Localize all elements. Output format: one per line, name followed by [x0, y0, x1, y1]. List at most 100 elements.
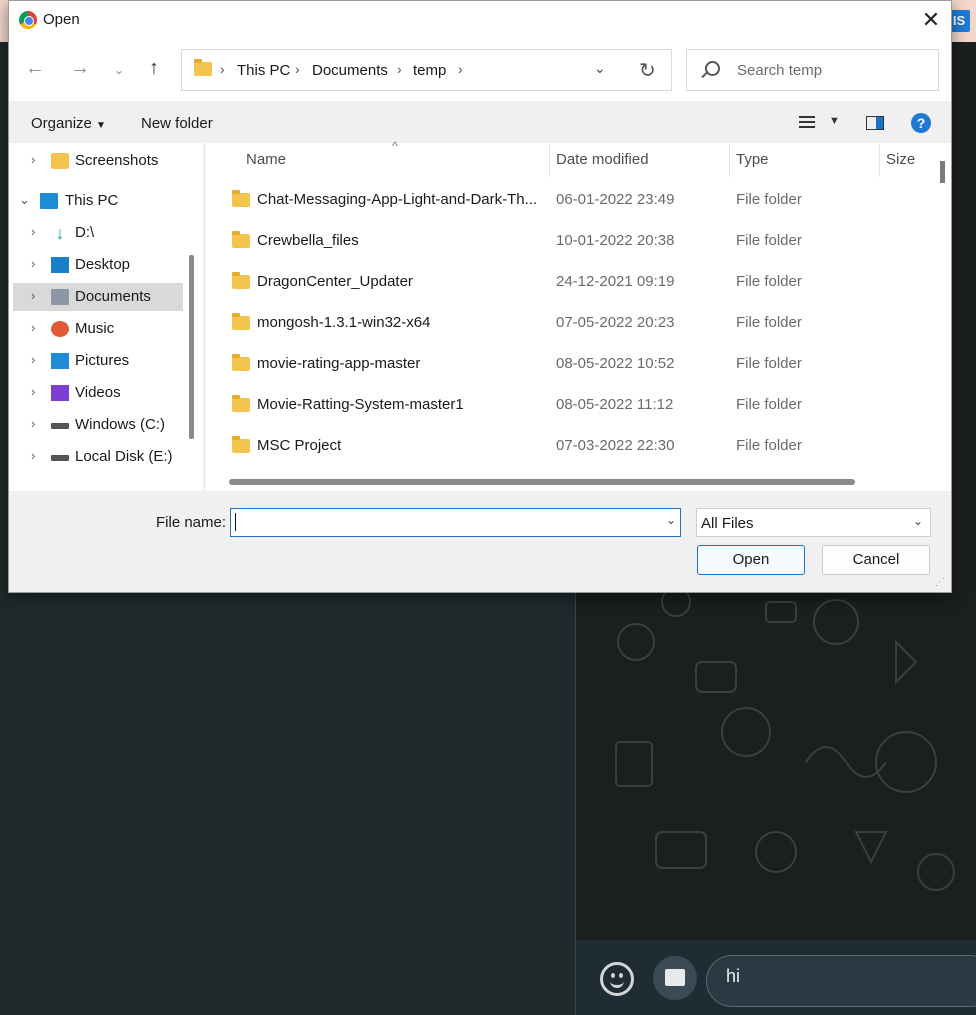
sidebar-item-label: This PC	[65, 192, 119, 209]
column-header-date[interactable]: Date modified	[556, 151, 649, 168]
chevron-down-icon[interactable]: ⌄	[106, 63, 132, 77]
sidebar-scrollbar[interactable]	[189, 255, 194, 439]
column-header-type[interactable]: Type	[736, 151, 769, 168]
open-file-dialog: Open ✕ ← → ⌄ ↑ › This PC › Documents › t…	[8, 0, 952, 593]
breadcrumb-temp[interactable]: temp	[413, 62, 446, 79]
refresh-icon[interactable]: ↻	[639, 58, 656, 83]
column-header-size[interactable]: Size	[886, 151, 915, 168]
sidebar-item-label: Music	[75, 320, 115, 337]
column-header-name[interactable]: Name	[246, 151, 286, 168]
file-type: File folder	[736, 437, 802, 454]
sidebar-item-windows-c[interactable]: › Windows (C:)	[13, 411, 183, 439]
dialog-title: Open	[43, 11, 80, 28]
breadcrumb-documents[interactable]: Documents	[312, 62, 388, 79]
file-name: DragonCenter_Updater	[257, 273, 413, 290]
file-row[interactable]: movie-rating-app-master 08-05-2022 10:52…	[206, 345, 936, 385]
file-type: File folder	[736, 314, 802, 331]
sidebar-item-videos[interactable]: › Videos	[13, 379, 183, 407]
file-row[interactable]: Crewbella_files 10-01-2022 20:38 File fo…	[206, 222, 936, 262]
help-icon[interactable]: ?	[911, 113, 931, 133]
file-date: 24-12-2021 09:19	[556, 273, 675, 290]
arrow-left-icon[interactable]: ←	[22, 57, 48, 80]
arrow-right-icon[interactable]: →	[67, 57, 93, 80]
cancel-button[interactable]: Cancel	[822, 545, 930, 575]
navigation-pane[interactable]: › Screenshots ⌄ This PC › ↓ D:\ › Deskto…	[9, 143, 203, 491]
chevron-down-icon[interactable]: ⌄	[19, 192, 30, 208]
column-divider[interactable]	[879, 143, 880, 177]
chevron-down-icon[interactable]: ⌄	[666, 513, 676, 527]
file-row[interactable]: DragonCenter_Updater 24-12-2021 09:19 Fi…	[206, 263, 936, 303]
preview-pane-icon[interactable]	[866, 116, 884, 130]
chevron-right-icon[interactable]: ›	[31, 384, 35, 399]
chevron-right-icon[interactable]: ›	[220, 61, 225, 77]
file-row[interactable]: mongosh-1.3.1-win32-x64 07-05-2022 20:23…	[206, 304, 936, 344]
column-divider[interactable]	[549, 143, 550, 177]
file-date: 06-01-2022 23:49	[556, 191, 675, 208]
file-type: File folder	[736, 396, 802, 413]
file-name-input[interactable]	[230, 508, 681, 537]
file-date: 08-05-2022 10:52	[556, 355, 675, 372]
documents-icon	[51, 289, 69, 305]
emoji-icon[interactable]	[600, 962, 634, 996]
attach-image-button[interactable]	[653, 956, 697, 1000]
file-type: File folder	[736, 273, 802, 290]
search-icon	[705, 61, 720, 76]
file-row[interactable]: Chat-Messaging-App-Light-and-Dark-Th... …	[206, 181, 936, 221]
chevron-right-icon[interactable]: ›	[295, 61, 300, 77]
caret-down-icon: ▼	[96, 120, 106, 131]
sidebar-item-desktop[interactable]: › Desktop	[13, 251, 183, 279]
chevron-right-icon[interactable]: ›	[31, 288, 35, 303]
download-icon: ↓	[55, 223, 65, 243]
chevron-right-icon[interactable]: ›	[31, 152, 35, 167]
folder-icon	[232, 436, 250, 453]
close-icon[interactable]: ✕	[917, 7, 945, 33]
file-type-filter[interactable]: All Files ⌄	[696, 508, 931, 537]
chevron-right-icon[interactable]: ›	[31, 256, 35, 271]
horizontal-scrollbar[interactable]	[229, 479, 855, 485]
chevron-right-icon[interactable]: ›	[31, 224, 35, 239]
chevron-right-icon[interactable]: ›	[31, 448, 35, 463]
caret-down-icon[interactable]: ▼	[829, 115, 840, 127]
vertical-scrollbar[interactable]	[940, 161, 945, 183]
file-name: Crewbella_files	[257, 232, 359, 249]
folder-icon	[232, 313, 250, 330]
open-button[interactable]: Open	[697, 545, 805, 575]
address-bar[interactable]: › This PC › Documents › temp › ⌄ ↻	[181, 49, 672, 91]
chevron-right-icon[interactable]: ›	[31, 416, 35, 431]
file-row[interactable]: MSC Project 07-03-2022 22:30 File folder	[206, 427, 936, 467]
arrow-up-icon[interactable]: ↑	[141, 57, 167, 80]
file-list[interactable]: ^ Name Date modified Type Size Chat-Mess…	[206, 139, 951, 491]
sidebar-item-pictures[interactable]: › Pictures	[13, 347, 183, 375]
chevron-down-icon[interactable]: ⌄	[594, 60, 606, 77]
file-name: Chat-Messaging-App-Light-and-Dark-Th...	[257, 191, 538, 208]
sidebar-item-music[interactable]: › Music	[13, 315, 183, 343]
resize-grip-icon[interactable]: ⋰	[935, 577, 945, 588]
breadcrumb-this-pc[interactable]: This PC	[237, 62, 290, 79]
sidebar-item-d-drive[interactable]: › ↓ D:\	[13, 219, 183, 247]
chevron-right-icon[interactable]: ›	[31, 352, 35, 367]
sort-ascending-icon: ^	[392, 139, 398, 153]
new-folder-button[interactable]: New folder	[141, 115, 213, 132]
chevron-right-icon[interactable]: ›	[397, 61, 402, 77]
file-type: File folder	[736, 191, 802, 208]
chevron-right-icon[interactable]: ›	[458, 61, 463, 77]
organize-button[interactable]: Organize ▼	[31, 115, 106, 132]
sidebar-item-documents[interactable]: › Documents	[13, 283, 183, 311]
sidebar-item-local-disk-e[interactable]: › Local Disk (E:)	[13, 443, 183, 471]
search-box[interactable]: Search temp	[686, 49, 939, 91]
message-input[interactable]	[706, 955, 976, 1007]
file-row[interactable]: Movie-Ratting-System-master1 08-05-2022 …	[206, 386, 936, 426]
organize-label: Organize	[31, 115, 92, 132]
sidebar-item-this-pc[interactable]: ⌄ This PC	[13, 187, 183, 215]
sidebar-item-screenshots[interactable]: › Screenshots	[13, 147, 183, 175]
sidebar-item-label: Videos	[75, 384, 121, 401]
sidebar-item-label: Desktop	[75, 256, 131, 273]
view-list-icon[interactable]	[799, 116, 815, 130]
column-divider[interactable]	[729, 143, 730, 177]
folder-icon	[232, 354, 250, 371]
chevron-right-icon[interactable]: ›	[31, 320, 35, 335]
chrome-icon	[19, 11, 37, 29]
file-date: 10-01-2022 20:38	[556, 232, 675, 249]
file-name-label: File name:	[156, 514, 227, 531]
file-name: Movie-Ratting-System-master1	[257, 396, 464, 413]
